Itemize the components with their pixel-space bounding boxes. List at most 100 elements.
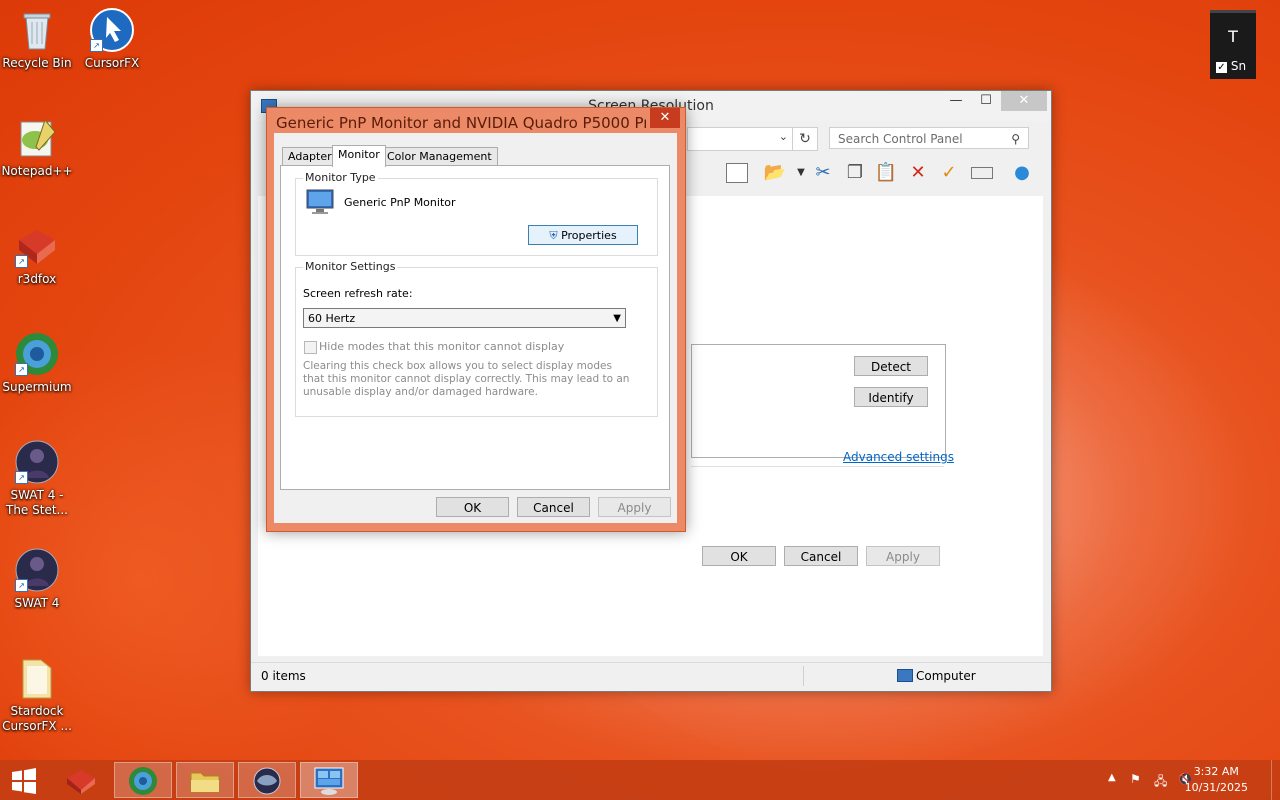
action-center-flag-icon[interactable]: ⚑ bbox=[1130, 772, 1141, 786]
search-placeholder: Search Control Panel bbox=[838, 132, 963, 146]
close-button[interactable]: ✕ bbox=[1001, 91, 1047, 111]
divider bbox=[691, 466, 944, 467]
taskbar-control-panel[interactable] bbox=[300, 762, 358, 798]
start-button[interactable] bbox=[0, 762, 48, 798]
monitor-type-group: Monitor Type Generic PnP Monitor ⛨ Prope… bbox=[295, 171, 658, 256]
apply-button[interactable]: Apply bbox=[866, 546, 940, 566]
refresh-button[interactable]: ↻ bbox=[792, 127, 818, 151]
desktop-icon-swat4-stetchkov[interactable]: ↗ SWAT 4 - The Stet... bbox=[0, 440, 74, 518]
desktop-icon-supermium[interactable]: ↗ Supermium bbox=[0, 332, 74, 395]
monitor-settings-label: Monitor Settings bbox=[303, 260, 398, 273]
hide-modes-label: Hide modes that this monitor cannot disp… bbox=[319, 340, 565, 353]
tab-adapter[interactable]: Adapter bbox=[282, 147, 338, 166]
desktop-icon-r3dfox[interactable]: ↗ r3dfox bbox=[0, 224, 74, 287]
clock-date: 10/31/2025 bbox=[1184, 781, 1248, 794]
chevron-down-icon: ▼ bbox=[613, 313, 621, 324]
monitor-icon bbox=[306, 189, 334, 218]
search-input[interactable]: Search Control Panel ⚲ bbox=[829, 127, 1029, 149]
detect-button[interactable]: Detect bbox=[854, 356, 928, 376]
show-hidden-icons-button[interactable]: ▲ bbox=[1108, 772, 1116, 783]
cursorfx-icon: ↗ bbox=[90, 8, 134, 52]
ok-button[interactable]: OK bbox=[702, 546, 776, 566]
widget-row: ✓ Sn bbox=[1216, 59, 1246, 73]
status-divider bbox=[803, 666, 804, 686]
desktop-icon-swat4[interactable]: ↗ SWAT 4 bbox=[0, 548, 74, 611]
status-location: Computer bbox=[916, 669, 976, 683]
status-item-count: 0 items bbox=[261, 669, 306, 683]
r3dfox-icon: ↗ bbox=[15, 224, 59, 268]
computer-icon bbox=[897, 669, 913, 682]
dialog-cancel-button[interactable]: Cancel bbox=[517, 497, 590, 517]
status-bar: 0 items Computer bbox=[251, 662, 1051, 691]
file-explorer-icon bbox=[190, 772, 220, 793]
network-icon[interactable]: 🖧 bbox=[1154, 772, 1167, 793]
folder-icon bbox=[15, 656, 59, 700]
chevron-down-icon[interactable]: ▼ bbox=[789, 161, 813, 185]
properties-folder-icon[interactable]: 📂 bbox=[763, 161, 787, 185]
desktop-icon-label: SWAT 4 bbox=[14, 596, 60, 610]
desktop-icon-label: Supermium bbox=[2, 380, 72, 394]
dialog-ok-button[interactable]: OK bbox=[436, 497, 509, 517]
minimize-button[interactable]: — bbox=[941, 91, 971, 111]
monitor-name: Generic PnP Monitor bbox=[344, 196, 456, 209]
control-panel-icon bbox=[314, 767, 344, 795]
desktop-icon-label: CursorFX bbox=[84, 56, 140, 70]
swat4-icon: ↗ bbox=[15, 440, 59, 484]
taskbar-supermium[interactable] bbox=[114, 762, 172, 798]
display-panel: Detect Identify bbox=[691, 344, 946, 458]
paste-icon[interactable]: 📋 bbox=[874, 161, 898, 185]
desktop-icon-cursorfx[interactable]: ↗ CursorFX bbox=[75, 8, 149, 71]
supermium-icon bbox=[129, 767, 157, 795]
desktop-icon-label: r3dfox bbox=[17, 272, 57, 286]
search-icon: ⚲ bbox=[1011, 132, 1020, 146]
copy-icon[interactable]: ❐ bbox=[843, 161, 867, 185]
tab-color-management[interactable]: Color Management bbox=[381, 147, 498, 166]
show-desktop-button[interactable] bbox=[1271, 760, 1280, 800]
notepadpp-icon bbox=[15, 116, 59, 160]
dialog-title: Generic PnP Monitor and NVIDIA Quadro P5… bbox=[276, 114, 646, 132]
refresh-rate-value: 60 Hertz bbox=[308, 312, 356, 325]
checkbox-icon[interactable]: ✓ bbox=[1216, 62, 1227, 73]
hide-modes-checkbox[interactable] bbox=[304, 341, 317, 354]
taskbar-file-explorer[interactable] bbox=[176, 762, 234, 798]
swat4-icon: ↗ bbox=[15, 548, 59, 592]
dialog-close-button[interactable]: ✕ bbox=[650, 108, 680, 128]
taskbar-clock[interactable]: 3:32 AM 10/31/2025 bbox=[1185, 764, 1248, 796]
desktop-icon-label: Stardock CursorFX ... bbox=[2, 704, 72, 733]
dialog-apply-button[interactable]: Apply bbox=[598, 497, 671, 517]
clock-time: 3:32 AM bbox=[1193, 765, 1239, 778]
dialog-body: Adapter Monitor Color Management Monitor… bbox=[274, 133, 677, 523]
taskbar-swat4[interactable] bbox=[238, 762, 296, 798]
desktop-icon-stardock-folder[interactable]: Stardock CursorFX ... bbox=[0, 656, 74, 734]
advanced-settings-link[interactable]: Advanced settings bbox=[843, 450, 954, 464]
refresh-rate-select[interactable]: 60 Hertz ▼ bbox=[303, 308, 626, 328]
monitor-type-label: Monitor Type bbox=[303, 171, 378, 184]
rename-icon[interactable]: ✓ bbox=[937, 161, 961, 185]
maximize-button[interactable]: ☐ bbox=[971, 91, 1001, 111]
widget-label: Sn bbox=[1230, 59, 1247, 73]
hide-modes-help-text: Clearing this check box allows you to se… bbox=[303, 360, 630, 398]
settings-icon[interactable] bbox=[970, 161, 994, 185]
supermium-icon: ↗ bbox=[15, 332, 59, 376]
delete-icon[interactable]: ✕ bbox=[906, 161, 930, 185]
top-widget[interactable]: T ✓ Sn bbox=[1210, 10, 1256, 79]
cancel-button[interactable]: Cancel bbox=[784, 546, 858, 566]
r3dfox-icon bbox=[67, 770, 95, 794]
address-bar[interactable]: ⌄ bbox=[687, 127, 793, 151]
desktop-icon-recycle-bin[interactable]: Recycle Bin bbox=[0, 8, 74, 71]
swat4-icon bbox=[253, 767, 281, 795]
identify-button[interactable]: Identify bbox=[854, 387, 928, 407]
monitor-properties-button[interactable]: ⛨ Properties bbox=[528, 225, 638, 245]
recycle-bin-icon bbox=[15, 8, 59, 52]
layout-icon[interactable] bbox=[725, 161, 749, 185]
monitor-tab-page: Monitor Type Generic PnP Monitor ⛨ Prope… bbox=[280, 165, 670, 490]
monitor-properties-dialog: Generic PnP Monitor and NVIDIA Quadro P5… bbox=[266, 107, 686, 532]
taskbar-r3dfox[interactable] bbox=[52, 762, 110, 798]
cut-icon[interactable]: ✂ bbox=[811, 161, 835, 185]
taskbar: ▲ ⚑ 🖧 🔇 3:32 AM 10/31/2025 bbox=[0, 760, 1280, 800]
tab-monitor[interactable]: Monitor bbox=[332, 145, 386, 167]
chevron-down-icon[interactable]: ⌄ bbox=[779, 130, 788, 143]
globe-icon[interactable]: ● bbox=[1010, 161, 1034, 185]
refresh-icon: ↻ bbox=[799, 131, 811, 147]
desktop-icon-notepadpp[interactable]: Notepad++ bbox=[0, 116, 74, 179]
